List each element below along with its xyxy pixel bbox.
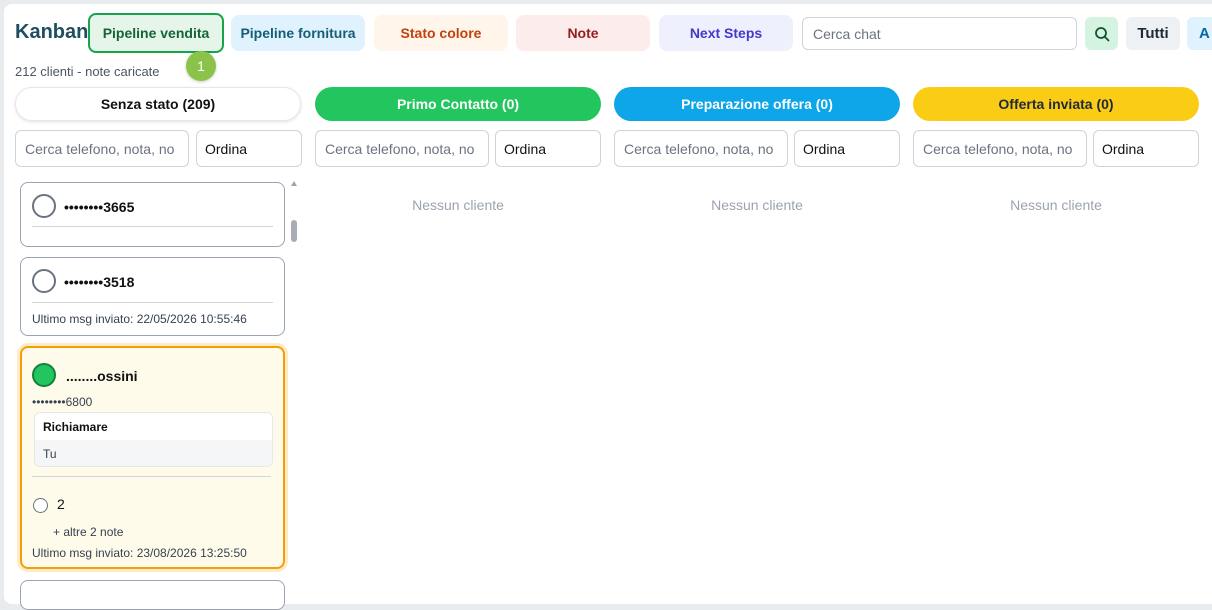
column-search-input[interactable] bbox=[15, 130, 189, 167]
note-box[interactable]: Richiamare Tu bbox=[34, 412, 273, 467]
client-phone: ••••••••6800 bbox=[32, 395, 93, 409]
clients-count: 212 clienti - note caricate bbox=[15, 64, 160, 79]
note-author: Tu bbox=[35, 440, 272, 466]
search-input[interactable] bbox=[802, 17, 1077, 50]
status-circle-icon[interactable] bbox=[32, 269, 56, 293]
column-header-primo-contatto: Primo Contatto (0) bbox=[315, 87, 601, 121]
a-button[interactable]: A bbox=[1187, 17, 1212, 50]
client-name: ••••••••3665 bbox=[64, 199, 135, 215]
client-card[interactable]: ••••••••3518 Ultimo msg inviato: 22/05/2… bbox=[20, 257, 285, 336]
empty-column-text: Nessun cliente bbox=[412, 197, 504, 213]
tab-next-steps[interactable]: Next Steps bbox=[659, 15, 793, 51]
column-header-offerta-inviata: Offerta inviata (0) bbox=[913, 87, 1199, 121]
step-badge: 1 bbox=[186, 51, 216, 81]
column-sort-select[interactable]: Ordina bbox=[495, 130, 601, 167]
column-header-senza-stato: Senza stato (209) bbox=[15, 87, 301, 121]
task-checkbox-icon[interactable] bbox=[33, 498, 48, 513]
page-title: Kanban bbox=[15, 21, 89, 43]
client-name: ••••••••3518 bbox=[64, 274, 135, 290]
scrollbar-thumb[interactable] bbox=[291, 220, 297, 242]
client-card-selected[interactable]: ........ossini ••••••••6800 Richiamare T… bbox=[20, 346, 285, 569]
tutti-button[interactable]: Tutti bbox=[1126, 17, 1180, 50]
status-circle-icon[interactable] bbox=[32, 194, 56, 218]
column-search-input[interactable] bbox=[913, 130, 1087, 167]
column-sort-select[interactable]: Ordina bbox=[794, 130, 900, 167]
search-icon bbox=[1094, 26, 1109, 41]
card-divider bbox=[32, 226, 273, 227]
top-bar: Kanban Pipeline vendita Pipeline fornitu… bbox=[0, 0, 1212, 81]
column-header-preparazione-offera: Preparazione offera (0) bbox=[614, 87, 900, 121]
card-divider bbox=[32, 302, 273, 303]
tab-pipeline-vendita[interactable]: Pipeline vendita bbox=[88, 13, 224, 53]
tab-pipeline-fornitura[interactable]: Pipeline fornitura bbox=[231, 15, 365, 51]
last-message-time: Ultimo msg inviato: 22/05/2026 10:55:46 bbox=[32, 312, 247, 326]
search-button[interactable] bbox=[1085, 17, 1118, 50]
more-notes-link[interactable]: + altre 2 note bbox=[53, 525, 123, 539]
client-name: ........ossini bbox=[66, 368, 138, 384]
empty-column-text: Nessun cliente bbox=[1010, 197, 1102, 213]
client-card[interactable] bbox=[20, 580, 285, 610]
status-circle-icon[interactable] bbox=[32, 363, 56, 387]
client-card[interactable]: ••••••••3665 bbox=[20, 182, 285, 247]
column-sort-select[interactable]: Ordina bbox=[196, 130, 302, 167]
column-search-input[interactable] bbox=[315, 130, 489, 167]
card-divider bbox=[32, 476, 271, 477]
last-message-time: Ultimo msg inviato: 23/08/2026 13:25:50 bbox=[32, 546, 247, 560]
note-title: Richiamare bbox=[43, 420, 108, 434]
scroll-up-arrow[interactable] bbox=[291, 181, 297, 186]
empty-column-text: Nessun cliente bbox=[711, 197, 803, 213]
column-sort-select[interactable]: Ordina bbox=[1093, 130, 1199, 167]
column-search-input[interactable] bbox=[614, 130, 788, 167]
tab-note[interactable]: Note bbox=[516, 15, 650, 51]
tab-stato-colore[interactable]: Stato colore bbox=[374, 15, 508, 51]
task-label: 2 bbox=[57, 496, 65, 512]
